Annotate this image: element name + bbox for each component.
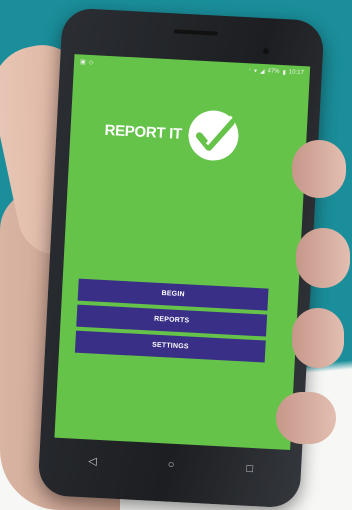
app-logo: REPORT IT — [103, 102, 243, 165]
recents-icon[interactable]: □ — [234, 462, 265, 476]
wifi-icon: ▾ — [253, 68, 258, 75]
status-bar: ▣ ◇ ◦ ▾ ◢ 47% ▮ 10:17 — [74, 54, 310, 80]
location-icon: ◦ — [248, 67, 252, 74]
phone-screen: ▣ ◇ ◦ ▾ ◢ 47% ▮ 10:17 REPORT IT BEGIN RE… — [54, 54, 311, 450]
settings-button[interactable]: SETTINGS — [74, 330, 266, 363]
finger-pinky — [276, 392, 336, 444]
notification-icon: ◇ — [88, 59, 94, 66]
battery-level: 47% — [267, 68, 280, 75]
finger-index — [292, 140, 346, 198]
back-icon[interactable]: ◁ — [77, 453, 108, 468]
checkmark-icon — [188, 110, 239, 161]
image-icon: ▣ — [79, 58, 86, 66]
android-nav-bar: ◁ ○ □ — [53, 444, 290, 486]
finger-middle — [296, 228, 350, 288]
front-camera — [262, 48, 270, 55]
clock: 10:17 — [288, 69, 304, 77]
battery-icon: ▮ — [282, 69, 286, 76]
signal-icon: ◢ — [259, 68, 265, 75]
home-icon[interactable]: ○ — [156, 458, 187, 472]
main-menu: BEGIN REPORTS SETTINGS — [74, 278, 269, 367]
finger-ring — [292, 308, 344, 368]
app-title: REPORT IT — [104, 121, 183, 143]
phone-speaker — [173, 29, 218, 36]
